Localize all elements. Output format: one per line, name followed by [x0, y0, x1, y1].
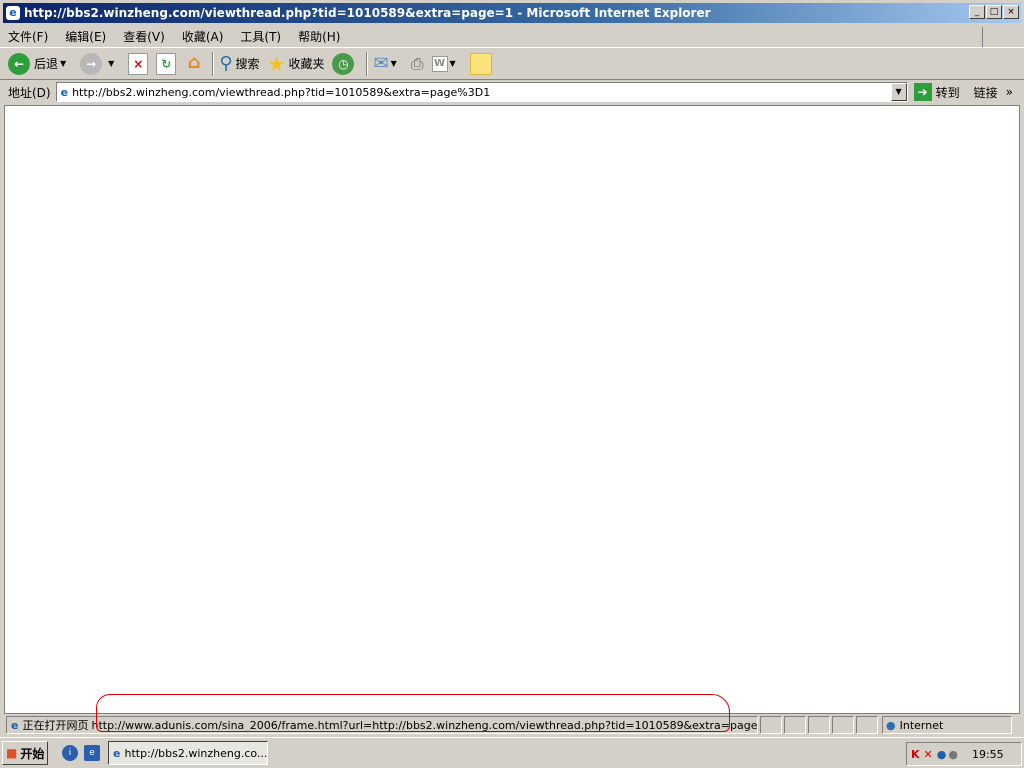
title-bar: e http://bbs2.winzheng.com/viewthread.php…: [0, 0, 1024, 26]
page-icon: e: [60, 85, 69, 99]
ie-task-icon: e: [113, 746, 121, 760]
menu-help[interactable]: 帮助(H): [298, 28, 340, 45]
go-arrow-icon: ➔: [913, 83, 932, 101]
tray-info-icon[interactable]: ●: [937, 748, 947, 761]
status-url: http://www.adunis.com/sina_2006/frame.ht…: [91, 718, 758, 732]
ie-icon: e: [6, 6, 20, 20]
menu-favorites[interactable]: 收藏(A): [182, 28, 224, 45]
taskbar-ie-window[interactable]: e http://bbs2.winzheng.co...: [108, 741, 268, 765]
window-title: http://bbs2.winzheng.com/viewthread.php?…: [24, 6, 711, 20]
print-button[interactable]: ⎙: [411, 54, 424, 74]
stop-icon: ×: [128, 52, 149, 75]
refresh-icon: ↻: [156, 52, 177, 75]
tray-sound-icon[interactable]: ●: [948, 748, 958, 761]
clock: 19:55: [971, 747, 1004, 761]
maximize-button[interactable]: □: [986, 5, 1002, 19]
back-button[interactable]: ← 后退 ▼: [8, 52, 72, 75]
back-label: 后退: [34, 57, 59, 71]
go-button[interactable]: ➔ 转到: [913, 83, 960, 101]
globe-icon: ●: [886, 718, 896, 732]
windows-flag-icon: ■: [6, 746, 18, 760]
back-arrow-icon: ←: [8, 52, 30, 75]
address-bar: 地址(D) e http://bbs2.winzheng.com/viewthr…: [0, 81, 1024, 103]
links-button[interactable]: 链接: [974, 84, 998, 101]
start-button[interactable]: ■ 开始: [2, 741, 48, 765]
task-label: http://bbs2.winzheng.co...: [124, 746, 268, 760]
home-icon: ⌂: [187, 51, 201, 73]
address-dropdown[interactable]: ▼: [890, 83, 907, 101]
search-icon: ⚲: [219, 53, 233, 74]
history-button[interactable]: ◷: [332, 52, 358, 75]
mail-icon: ✉: [373, 53, 389, 74]
minimize-button[interactable]: _: [969, 5, 985, 19]
history-icon: ◷: [332, 52, 355, 75]
quicklaunch-ie-icon[interactable]: e: [84, 745, 100, 761]
stop-button[interactable]: ×: [128, 52, 149, 75]
menu-file[interactable]: 文件(F): [8, 28, 48, 45]
links-more[interactable]: »: [1006, 85, 1013, 99]
page-content: [4, 105, 1020, 714]
note-icon: [469, 52, 492, 75]
network-icon[interactable]: ✕: [924, 748, 933, 761]
windows-logo-icon: [982, 27, 1016, 47]
address-url: http://bbs2.winzheng.com/viewthread.php?…: [72, 85, 491, 99]
home-button[interactable]: ⌂: [184, 51, 204, 75]
forward-button[interactable]: → ▼: [80, 52, 120, 75]
edit-button[interactable]: W ▼: [431, 55, 462, 72]
go-label: 转到: [935, 85, 960, 100]
notes-button[interactable]: [469, 52, 492, 75]
menu-view[interactable]: 查看(V): [123, 28, 165, 45]
menu-tools[interactable]: 工具(T): [240, 28, 281, 45]
favorites-button[interactable]: ★ 收藏夹: [268, 52, 325, 76]
search-label: 搜索: [235, 57, 260, 71]
star-icon: ★: [267, 51, 286, 76]
refresh-button[interactable]: ↻: [156, 52, 177, 75]
quicklaunch-icon[interactable]: i: [62, 745, 78, 761]
address-label: 地址(D): [8, 85, 51, 100]
system-tray: K ✕ ● ● 19:55: [906, 742, 1022, 766]
favorites-label: 收藏夹: [288, 57, 325, 71]
close-button[interactable]: ×: [1003, 5, 1019, 19]
search-button[interactable]: ⚲ 搜索: [219, 53, 259, 74]
status-text: 正在打开网页: [22, 719, 89, 732]
taskbar: ■ 开始 i e e http://bbs2.winzheng.co... K ✕ …: [0, 737, 1024, 768]
toolbar: ← 后退 ▼ → ▼ × ↻ ⌂ ⚲ 搜索 ★ 收藏夹 ◷ ✉ ▼ ⎙ W ▼: [0, 48, 1024, 80]
menu-edit[interactable]: 编辑(E): [65, 28, 106, 45]
address-input[interactable]: e http://bbs2.winzheng.com/viewthread.ph…: [55, 82, 908, 102]
forward-arrow-icon: →: [80, 52, 103, 75]
kaspersky-icon[interactable]: K: [911, 748, 920, 761]
zone-label: Internet: [899, 718, 944, 732]
mail-button[interactable]: ✉ ▼: [373, 53, 402, 74]
start-label: 开始: [20, 746, 45, 761]
menu-bar: 文件(F) 编辑(E) 查看(V) 收藏(A) 工具(T) 帮助(H): [0, 26, 1024, 48]
print-icon: ⎙: [410, 53, 424, 73]
security-zone: ● Internet: [882, 716, 1012, 734]
word-icon: W: [431, 55, 448, 72]
status-bar: e 正在打开网页 http://www.adunis.com/sina_2006…: [0, 715, 1024, 735]
page-loading-icon: e: [11, 718, 19, 732]
